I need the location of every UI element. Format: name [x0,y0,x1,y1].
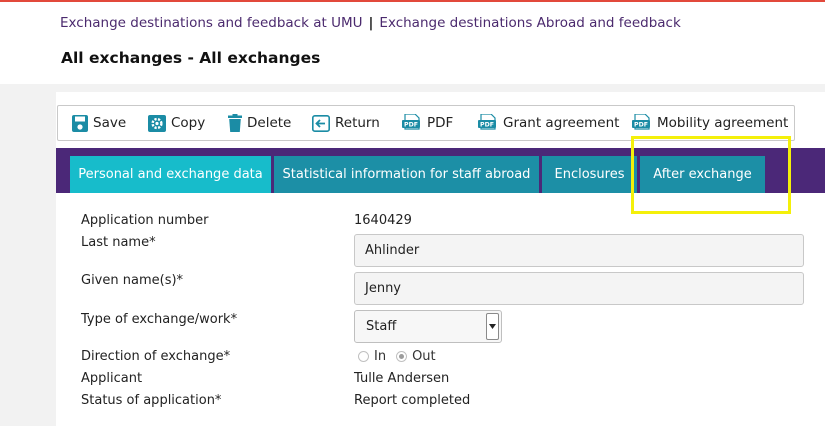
last-name-input[interactable]: Ahlinder [354,234,804,267]
exchange-type-label: Type of exchange/work* [81,312,238,327]
svg-text:PDF: PDF [634,121,648,128]
page-title: All exchanges - All exchanges [61,49,321,67]
pdf-icon: PDF [632,113,650,130]
return-icon [312,114,330,132]
mobility-agreement-button[interactable]: PDF Mobility agreement [632,106,788,140]
return-button[interactable]: Return [312,106,380,140]
pdf-label: PDF [427,115,454,131]
svg-text:PDF: PDF [480,121,494,128]
save-icon [72,114,88,132]
tab-personal-and-exchange-data[interactable]: Personal and exchange data [70,156,271,193]
svg-text:PDF: PDF [404,121,418,128]
tab-after-exchange[interactable]: After exchange [640,156,765,193]
page-header: Exchange destinations and feedback at UM… [0,2,825,84]
grant-agreement-button[interactable]: PDF Grant agreement [478,106,619,140]
select-arrow-icon[interactable] [486,313,499,340]
direction-out-label: Out [412,349,436,364]
exchange-type-select[interactable]: Staff [354,310,502,343]
delete-label: Delete [247,115,292,131]
grant-agreement-label: Grant agreement [503,115,620,131]
save-label: Save [93,115,127,131]
status-label: Status of application* [81,393,222,408]
direction-label: Direction of exchange* [81,349,231,364]
breadcrumb-link-umu[interactable]: Exchange destinations and feedback at UM… [60,15,362,31]
application-number-value: 1640429 [354,213,412,228]
breadcrumb: Exchange destinations and feedback at UM… [60,15,681,31]
toolbar: Save Copy Delete Return PDF PDF PDF Gran… [57,105,795,141]
copy-label: Copy [171,115,206,131]
return-label: Return [335,115,380,131]
breadcrumb-separator: | [368,15,374,31]
mobility-agreement-label: Mobility agreement [657,115,789,131]
given-names-input[interactable]: Jenny [354,272,804,305]
pdf-icon: PDF [478,113,496,130]
tab-statistical-information[interactable]: Statistical information for staff abroad [274,156,539,193]
copy-button[interactable]: Copy [148,106,205,140]
given-names-label: Given name(s)* [81,273,184,288]
applicant-label: Applicant [81,371,143,386]
copy-icon [148,114,166,132]
direction-out-radio[interactable] [396,351,408,362]
chevron-down-icon [489,324,496,329]
application-number-label: Application number [81,213,209,228]
pdf-icon: PDF [402,113,420,130]
status-value: Report completed [354,393,471,408]
tab-enclosures[interactable]: Enclosures [542,156,637,193]
direction-in-radio[interactable] [358,351,369,362]
save-button[interactable]: Save [72,106,126,140]
delete-button[interactable]: Delete [228,106,291,140]
last-name-label: Last name* [81,235,156,250]
direction-in-label: In [374,349,387,364]
radio-dot [399,354,405,359]
exchange-type-value: Staff [366,319,397,334]
breadcrumb-link-abroad[interactable]: Exchange destinations Abroad and feedbac… [379,15,680,31]
applicant-value: Tulle Andersen [354,371,450,386]
direction-radio-group: In Out [358,349,446,364]
pdf-button[interactable]: PDF PDF [402,106,453,140]
trash-icon [228,114,242,132]
